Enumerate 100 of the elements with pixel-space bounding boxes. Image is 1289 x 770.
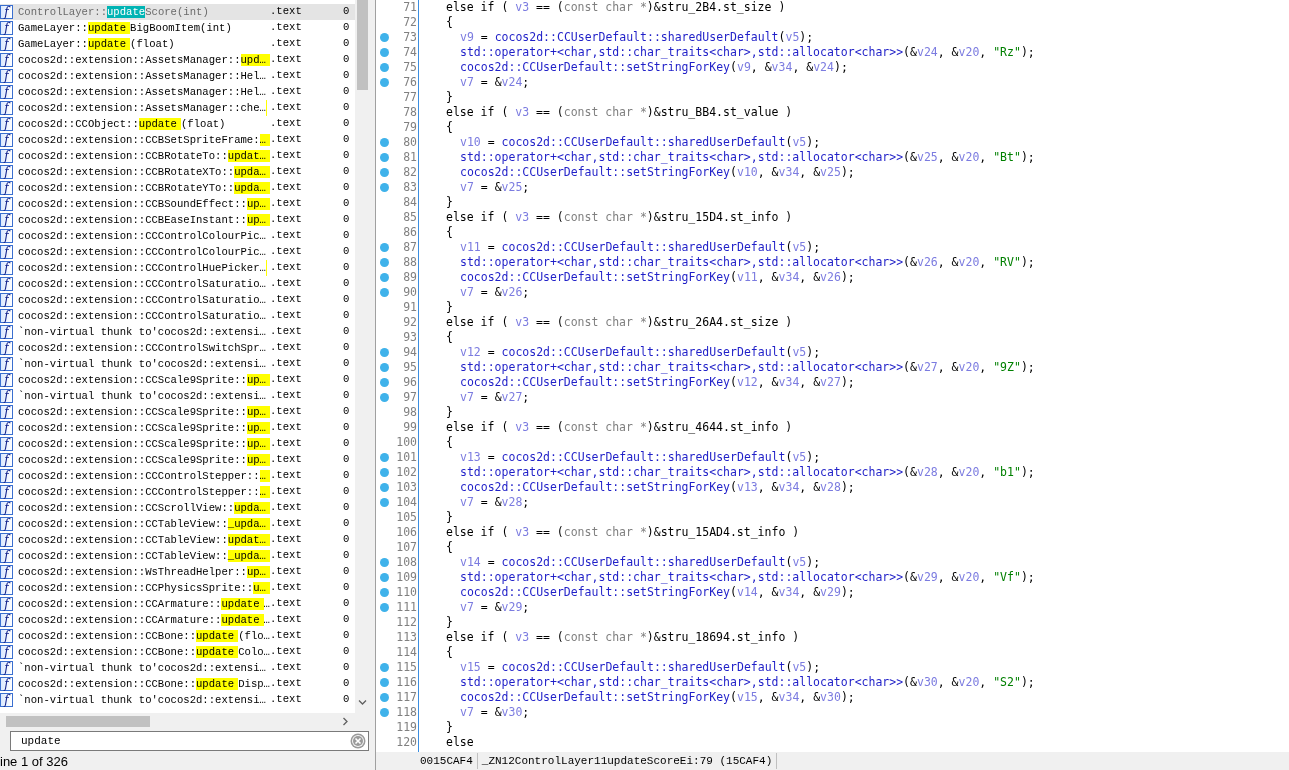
segment-text: .text bbox=[269, 436, 303, 452]
segment-text: .text bbox=[269, 660, 303, 676]
function-name: `non-virtual thunk to'cocos2d::extensi… bbox=[18, 325, 266, 340]
code-line: { bbox=[446, 433, 453, 451]
segment-text: .text bbox=[269, 452, 303, 468]
code-line: { bbox=[446, 118, 453, 136]
line-number: 89 bbox=[402, 268, 417, 286]
segment-text: .text bbox=[269, 292, 303, 308]
function-name: cocos2d::extension::CCControlColourPic… bbox=[18, 229, 266, 244]
address-text: 0 bbox=[343, 100, 351, 116]
line-number: 107 bbox=[395, 538, 417, 556]
function-icon: f bbox=[0, 549, 13, 563]
address-text: 0 bbox=[343, 180, 351, 196]
address-text: 0 bbox=[343, 564, 351, 580]
function-icon: f bbox=[0, 517, 13, 531]
line-number: 106 bbox=[395, 523, 417, 541]
segment-text: .text bbox=[269, 196, 303, 212]
code-line: std::operator+<char,std::char_traits<char>,std::allocator<char>>(&v25, &v20, "Bt"); bbox=[460, 148, 1035, 166]
function-name: cocos2d::extension::CCControlStepper::… bbox=[18, 468, 270, 484]
address-text: 0 bbox=[343, 244, 351, 260]
line-number: 81 bbox=[402, 148, 417, 166]
code-line: cocos2d::CCUserDefault::setStringForKey(v10, &v34, &v25); bbox=[460, 164, 855, 181]
scroll-down-icon[interactable] bbox=[358, 699, 367, 706]
code-line: { bbox=[446, 328, 453, 346]
segment-text: .text bbox=[269, 84, 303, 100]
clear-icon[interactable] bbox=[350, 733, 366, 749]
line-number: 100 bbox=[395, 433, 417, 451]
address-text: 0 bbox=[343, 292, 351, 308]
address-text: 0 bbox=[343, 644, 351, 660]
scrollbar-thumb[interactable] bbox=[357, 0, 368, 90]
line-number: 108 bbox=[395, 553, 417, 571]
address-text: 0 bbox=[343, 580, 351, 596]
code-line: else if ( v3 == (const char *)&stru_15D4.st_info ) bbox=[446, 208, 793, 226]
function-name: cocos2d::extension::CCArmature::update … bbox=[18, 613, 270, 628]
segment-text: .text bbox=[269, 372, 303, 388]
address-text: 0 bbox=[343, 388, 351, 404]
code-line: } bbox=[446, 508, 453, 526]
code-line: } bbox=[446, 193, 453, 211]
address-text: 0 bbox=[343, 452, 351, 468]
function-icon: f bbox=[0, 213, 13, 227]
line-number: 77 bbox=[402, 88, 417, 106]
segment-text: .text bbox=[269, 356, 303, 372]
function-icon: f bbox=[0, 629, 13, 643]
function-name: cocos2d::extension::WsThreadHelper::up… bbox=[18, 564, 270, 580]
code-line: cocos2d::CCUserDefault::setStringForKey(v15, &v34, &v30); bbox=[460, 689, 855, 706]
function-name: cocos2d::extension::CCControlSaturatio… bbox=[18, 277, 266, 292]
scroll-right-icon[interactable] bbox=[342, 717, 349, 726]
function-icon: f bbox=[0, 277, 13, 291]
address-text: 0 bbox=[343, 660, 351, 676]
function-icon: f bbox=[0, 5, 13, 19]
code-line: cocos2d::CCUserDefault::setStringForKey(v11, &v34, &v26); bbox=[460, 269, 855, 286]
function-name: `non-virtual thunk to'cocos2d::extensi… bbox=[18, 661, 266, 676]
code-line: v7 = &v27; bbox=[460, 389, 530, 406]
address-text: 0 bbox=[343, 468, 351, 484]
code-line: } bbox=[446, 298, 453, 316]
function-name: cocos2d::extension::CCBone::update (flo… bbox=[18, 629, 270, 644]
line-number: 104 bbox=[395, 493, 417, 511]
search-field[interactable]: update bbox=[10, 731, 369, 751]
function-row[interactable]: f ControlLayer::updateScore(int) .text 0 bbox=[0, 4, 355, 20]
line-number: 102 bbox=[395, 463, 417, 481]
function-name: cocos2d::extension::CCControlHuePicker… bbox=[18, 261, 266, 276]
segment-text: .text bbox=[269, 180, 303, 196]
function-icon: f bbox=[0, 293, 13, 307]
line-number: 116 bbox=[395, 673, 417, 691]
line-number: 105 bbox=[395, 508, 417, 526]
function-name: cocos2d::extension::CCScale9Sprite::up… bbox=[18, 420, 270, 436]
function-icon: f bbox=[0, 437, 13, 451]
address-text: 0 bbox=[343, 356, 351, 372]
address-text: 0 bbox=[343, 420, 351, 436]
code-line: v7 = &v30; bbox=[460, 704, 530, 721]
line-number: 115 bbox=[395, 658, 417, 676]
segment-text: .text bbox=[269, 388, 303, 404]
segment-text: .text bbox=[269, 212, 303, 228]
function-name: cocos2d::extension::CCControlStepper::… bbox=[18, 484, 270, 500]
address-text: 0 bbox=[343, 148, 351, 164]
function-icon: f bbox=[0, 661, 13, 675]
code-line: cocos2d::CCUserDefault::setStringForKey(v12, &v34, &v27); bbox=[460, 374, 855, 391]
function-name: cocos2d::extension::AssetsManager::upd… bbox=[18, 52, 270, 68]
line-number: 93 bbox=[402, 328, 417, 346]
function-icon: f bbox=[0, 325, 13, 339]
address-text: 0 bbox=[343, 308, 351, 324]
function-name: `non-virtual thunk to'cocos2d::extensi… bbox=[18, 389, 266, 404]
code-line: else if ( v3 == (const char *)&stru_BB4.st_value ) bbox=[446, 103, 793, 121]
code-line: { bbox=[446, 223, 453, 241]
function-name: cocos2d::extension::AssetsManager::che… bbox=[18, 101, 266, 116]
function-name: `non-virtual thunk to'cocos2d::extensi… bbox=[18, 357, 266, 372]
function-icon: f bbox=[0, 149, 13, 163]
function-icon: f bbox=[0, 693, 13, 707]
code-line: v14 = cocos2d::CCUserDefault::sharedUserDefault(v5); bbox=[460, 553, 821, 571]
function-icon: f bbox=[0, 117, 13, 131]
address-text: 0 bbox=[343, 228, 351, 244]
address-text: 0 bbox=[343, 68, 351, 84]
function-name: `non-virtual thunk to'cocos2d::extensi… bbox=[18, 693, 266, 708]
segment-text: .text bbox=[269, 244, 303, 260]
code-line: cocos2d::CCUserDefault::setStringForKey(v14, &v34, &v29); bbox=[460, 584, 855, 601]
horizontal-scrollbar[interactable] bbox=[0, 713, 370, 730]
scrollbar-thumb[interactable] bbox=[6, 716, 150, 727]
function-name: cocos2d::extension::CCBRotateTo::updat… bbox=[18, 148, 270, 164]
address-text: 0 bbox=[343, 340, 351, 356]
segment-text: .text bbox=[269, 484, 303, 500]
